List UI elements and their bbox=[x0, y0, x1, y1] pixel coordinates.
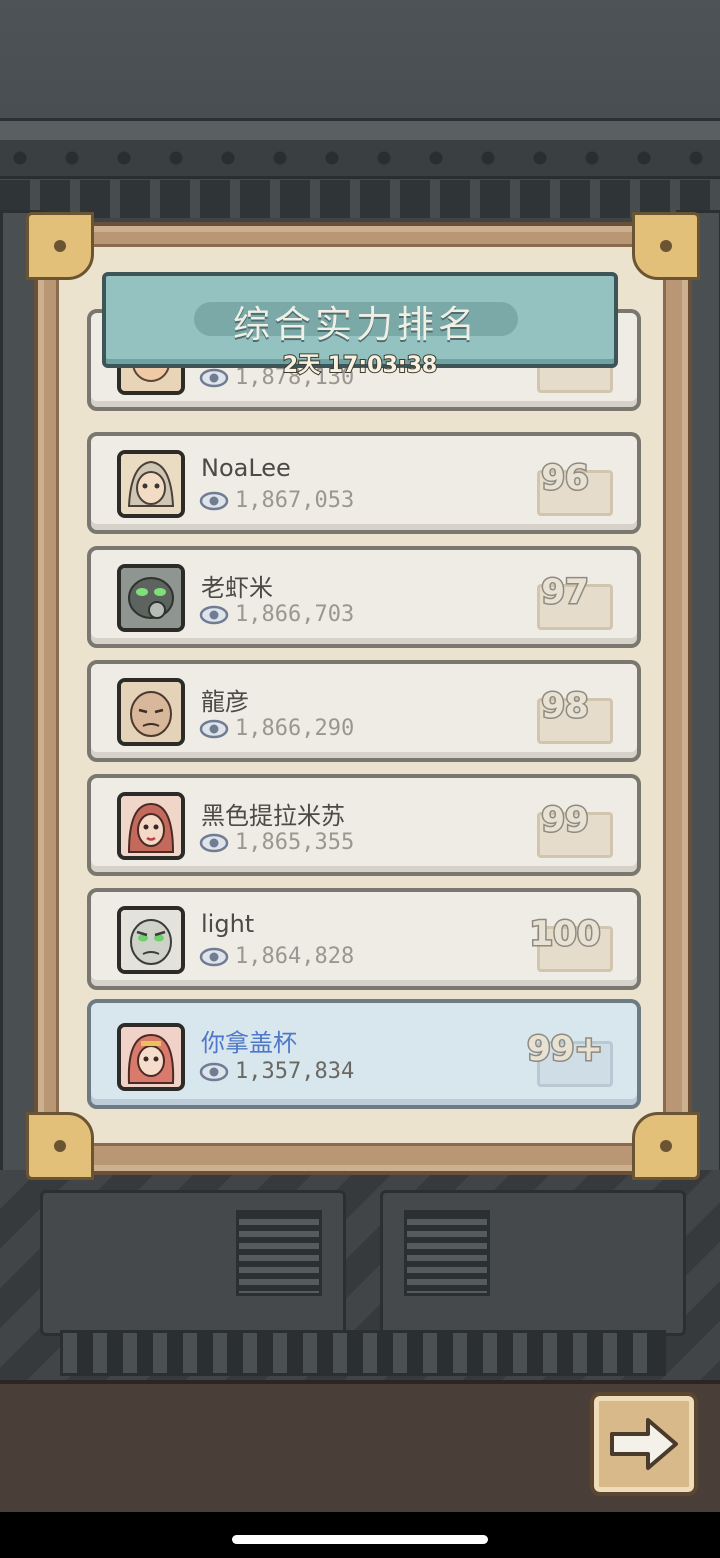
page-title: 综合实力排名 bbox=[233, 303, 479, 346]
avatar-old-man-icon bbox=[117, 678, 185, 746]
rank-number: 96 bbox=[540, 457, 590, 500]
next-button[interactable] bbox=[590, 1392, 698, 1496]
ranking-row[interactable]: 老虾米 1,866,703 97 bbox=[87, 546, 641, 648]
corner-bracket bbox=[632, 212, 700, 280]
player-name: 龍彦 bbox=[201, 688, 249, 716]
corner-bracket bbox=[632, 1112, 700, 1180]
background-vent-right bbox=[404, 1210, 490, 1296]
rank-number: 100 bbox=[528, 913, 602, 956]
corner-bracket bbox=[26, 212, 94, 280]
my-rank-number: 99+ bbox=[526, 1028, 605, 1071]
eye-icon bbox=[199, 719, 229, 738]
my-player-name: 你拿盖杯 bbox=[201, 1029, 297, 1057]
eye-icon bbox=[199, 947, 229, 966]
avatar-gasmask-icon bbox=[117, 564, 185, 632]
rank-number: 97 bbox=[540, 571, 590, 614]
rank-badge: 100 bbox=[517, 912, 613, 972]
rank-badge: 98 bbox=[517, 684, 613, 744]
title-banner: 综合实力排名 2天 17:03:38 bbox=[102, 272, 618, 379]
player-name: light bbox=[201, 910, 255, 938]
power-score: 1,866,290 bbox=[199, 716, 354, 741]
rank-number: 99 bbox=[540, 799, 590, 842]
my-ranking-row[interactable]: 你拿盖杯 1,357,834 99+ bbox=[87, 999, 641, 1109]
corner-bracket bbox=[26, 1112, 94, 1180]
ranking-row[interactable]: 龍彦 1,866,290 98 bbox=[87, 660, 641, 762]
power-score: 1,867,053 bbox=[199, 488, 354, 513]
eye-icon bbox=[199, 491, 229, 510]
player-name: NoaLee bbox=[201, 454, 291, 482]
avatar-girl-icon bbox=[117, 450, 185, 518]
home-indicator[interactable] bbox=[232, 1535, 488, 1544]
power-score: 1,866,703 bbox=[199, 602, 354, 627]
rank-badge: 97 bbox=[517, 570, 613, 630]
ranking-row[interactable]: NoaLee 1,867,053 96 bbox=[87, 432, 641, 534]
rank-number: 98 bbox=[540, 685, 590, 728]
power-score: 1,864,828 bbox=[199, 944, 354, 969]
countdown-timer: 2天 17:03:38 bbox=[282, 352, 438, 379]
background-grill bbox=[0, 180, 720, 218]
eye-icon bbox=[199, 605, 229, 624]
my-power-score: 1,357,834 bbox=[199, 1059, 354, 1084]
rank-badge: 96 bbox=[517, 456, 613, 516]
eye-icon bbox=[199, 1062, 229, 1081]
ranking-list[interactable]: 1,878,130 95 NoaLee 1,867,053 96 bbox=[59, 247, 663, 1143]
arrow-right-icon bbox=[610, 1418, 678, 1470]
ranking-row[interactable]: 黑色提拉米苏 1,865,355 99 bbox=[87, 774, 641, 876]
eye-icon bbox=[199, 833, 229, 852]
avatar-woman-icon bbox=[117, 792, 185, 860]
background-vent-left bbox=[236, 1210, 322, 1296]
background-rivets bbox=[0, 140, 720, 179]
player-name: 黑色提拉米苏 bbox=[201, 802, 345, 830]
rank-badge: 99 bbox=[517, 798, 613, 858]
player-name: 老虾米 bbox=[201, 574, 273, 602]
avatar-player-icon bbox=[117, 1023, 185, 1091]
my-rank-badge: 99+ bbox=[517, 1027, 613, 1087]
ranking-row[interactable]: light 1,864,828 100 bbox=[87, 888, 641, 990]
leaderboard-panel: 1,878,130 95 NoaLee 1,867,053 96 bbox=[56, 244, 666, 1146]
background-base bbox=[60, 1330, 666, 1376]
avatar-zombie-icon bbox=[117, 906, 185, 974]
power-score: 1,865,355 bbox=[199, 830, 354, 855]
